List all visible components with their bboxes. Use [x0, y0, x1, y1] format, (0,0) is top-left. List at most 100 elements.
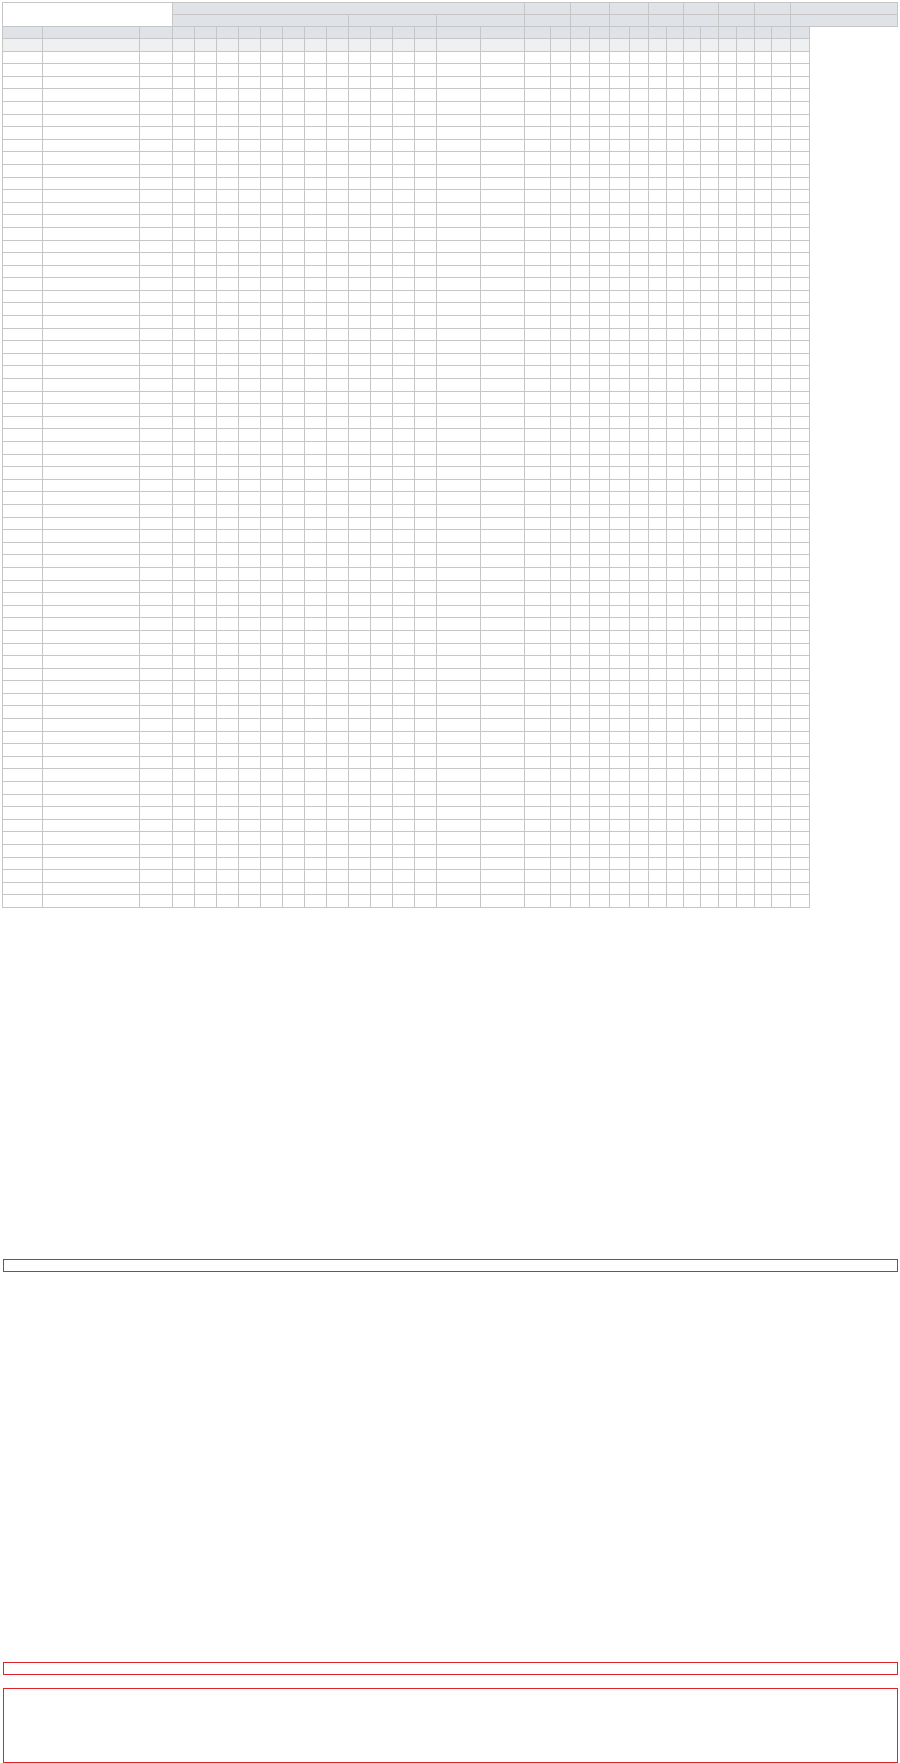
table-cell — [684, 341, 701, 354]
table-cell — [481, 467, 525, 480]
table-cell — [684, 64, 701, 77]
table-row — [3, 202, 898, 215]
table-cell — [140, 819, 173, 832]
table-cell — [684, 416, 701, 429]
table-cell — [173, 605, 195, 618]
table-cell — [349, 139, 371, 152]
table-cell — [283, 467, 305, 480]
table-cell — [649, 731, 667, 744]
table-cell — [610, 404, 630, 417]
table-cell — [261, 416, 283, 429]
table-cell — [737, 202, 755, 215]
table-cell — [327, 618, 349, 631]
table-cell — [667, 89, 684, 102]
table-cell — [571, 202, 590, 215]
table-cell — [437, 542, 481, 555]
table-cell — [701, 240, 719, 253]
table-cell — [571, 832, 590, 845]
table-cell — [283, 265, 305, 278]
table-cell — [525, 593, 551, 606]
table-cell — [571, 215, 590, 228]
major-name — [43, 366, 140, 379]
table-cell — [437, 517, 481, 530]
table-cell — [437, 341, 481, 354]
column-header — [415, 27, 437, 39]
table-cell — [610, 756, 630, 769]
table-cell — [791, 870, 810, 883]
table-cell — [525, 139, 551, 152]
table-cell — [437, 605, 481, 618]
table-cell — [195, 341, 217, 354]
table-cell — [437, 744, 481, 757]
table-cell — [371, 681, 393, 694]
table-cell — [684, 253, 701, 266]
table-cell — [217, 769, 239, 782]
table-cell — [173, 706, 195, 719]
table-cell — [327, 366, 349, 379]
table-cell — [305, 177, 327, 190]
table-cell — [371, 416, 393, 429]
table-cell — [173, 882, 195, 895]
table-cell — [772, 164, 791, 177]
table-cell — [393, 253, 415, 266]
table-cell — [283, 567, 305, 580]
table-cell — [571, 442, 590, 455]
table-cell — [140, 190, 173, 203]
table-row — [3, 819, 898, 832]
table-row — [3, 467, 898, 480]
table-cell — [140, 693, 173, 706]
table-cell — [551, 744, 571, 757]
table-row — [3, 479, 898, 492]
table-cell — [719, 416, 737, 429]
plan-total-value — [590, 39, 610, 52]
table-cell — [571, 253, 590, 266]
table-cell — [327, 567, 349, 580]
table-cell — [571, 278, 590, 291]
table-cell — [195, 177, 217, 190]
table-cell — [551, 64, 571, 77]
table-cell — [239, 202, 261, 215]
table-cell — [755, 681, 772, 694]
table-cell — [791, 379, 810, 392]
table-cell — [610, 190, 630, 203]
table-cell — [590, 593, 610, 606]
table-cell — [701, 555, 719, 568]
table-cell — [590, 316, 610, 329]
table-cell — [667, 882, 684, 895]
table-cell — [261, 756, 283, 769]
table-cell — [371, 353, 393, 366]
table-cell — [261, 240, 283, 253]
table-row — [3, 379, 898, 392]
table-cell — [610, 668, 630, 681]
table-cell — [684, 744, 701, 757]
table-cell — [327, 706, 349, 719]
table-cell — [571, 303, 590, 316]
table-cell — [327, 555, 349, 568]
major-name — [43, 668, 140, 681]
table-cell — [667, 782, 684, 795]
table-cell — [371, 845, 393, 858]
table-cell — [327, 64, 349, 77]
table-cell — [630, 379, 649, 392]
table-cell — [327, 404, 349, 417]
table-cell — [649, 290, 667, 303]
table-cell — [649, 328, 667, 341]
table-cell — [415, 215, 437, 228]
table-cell — [481, 341, 525, 354]
table-cell — [755, 379, 772, 392]
table-cell — [701, 164, 719, 177]
table-cell — [684, 668, 701, 681]
table-cell — [571, 353, 590, 366]
table-cell — [481, 253, 525, 266]
table-cell — [371, 303, 393, 316]
table-cell — [371, 870, 393, 883]
table-cell — [437, 643, 481, 656]
table-cell — [239, 719, 261, 732]
table-cell — [415, 114, 437, 127]
table-row — [3, 240, 898, 253]
table-cell — [261, 782, 283, 795]
table-cell — [684, 895, 701, 908]
table-cell — [772, 265, 791, 278]
table-cell — [305, 366, 327, 379]
table-cell — [195, 719, 217, 732]
